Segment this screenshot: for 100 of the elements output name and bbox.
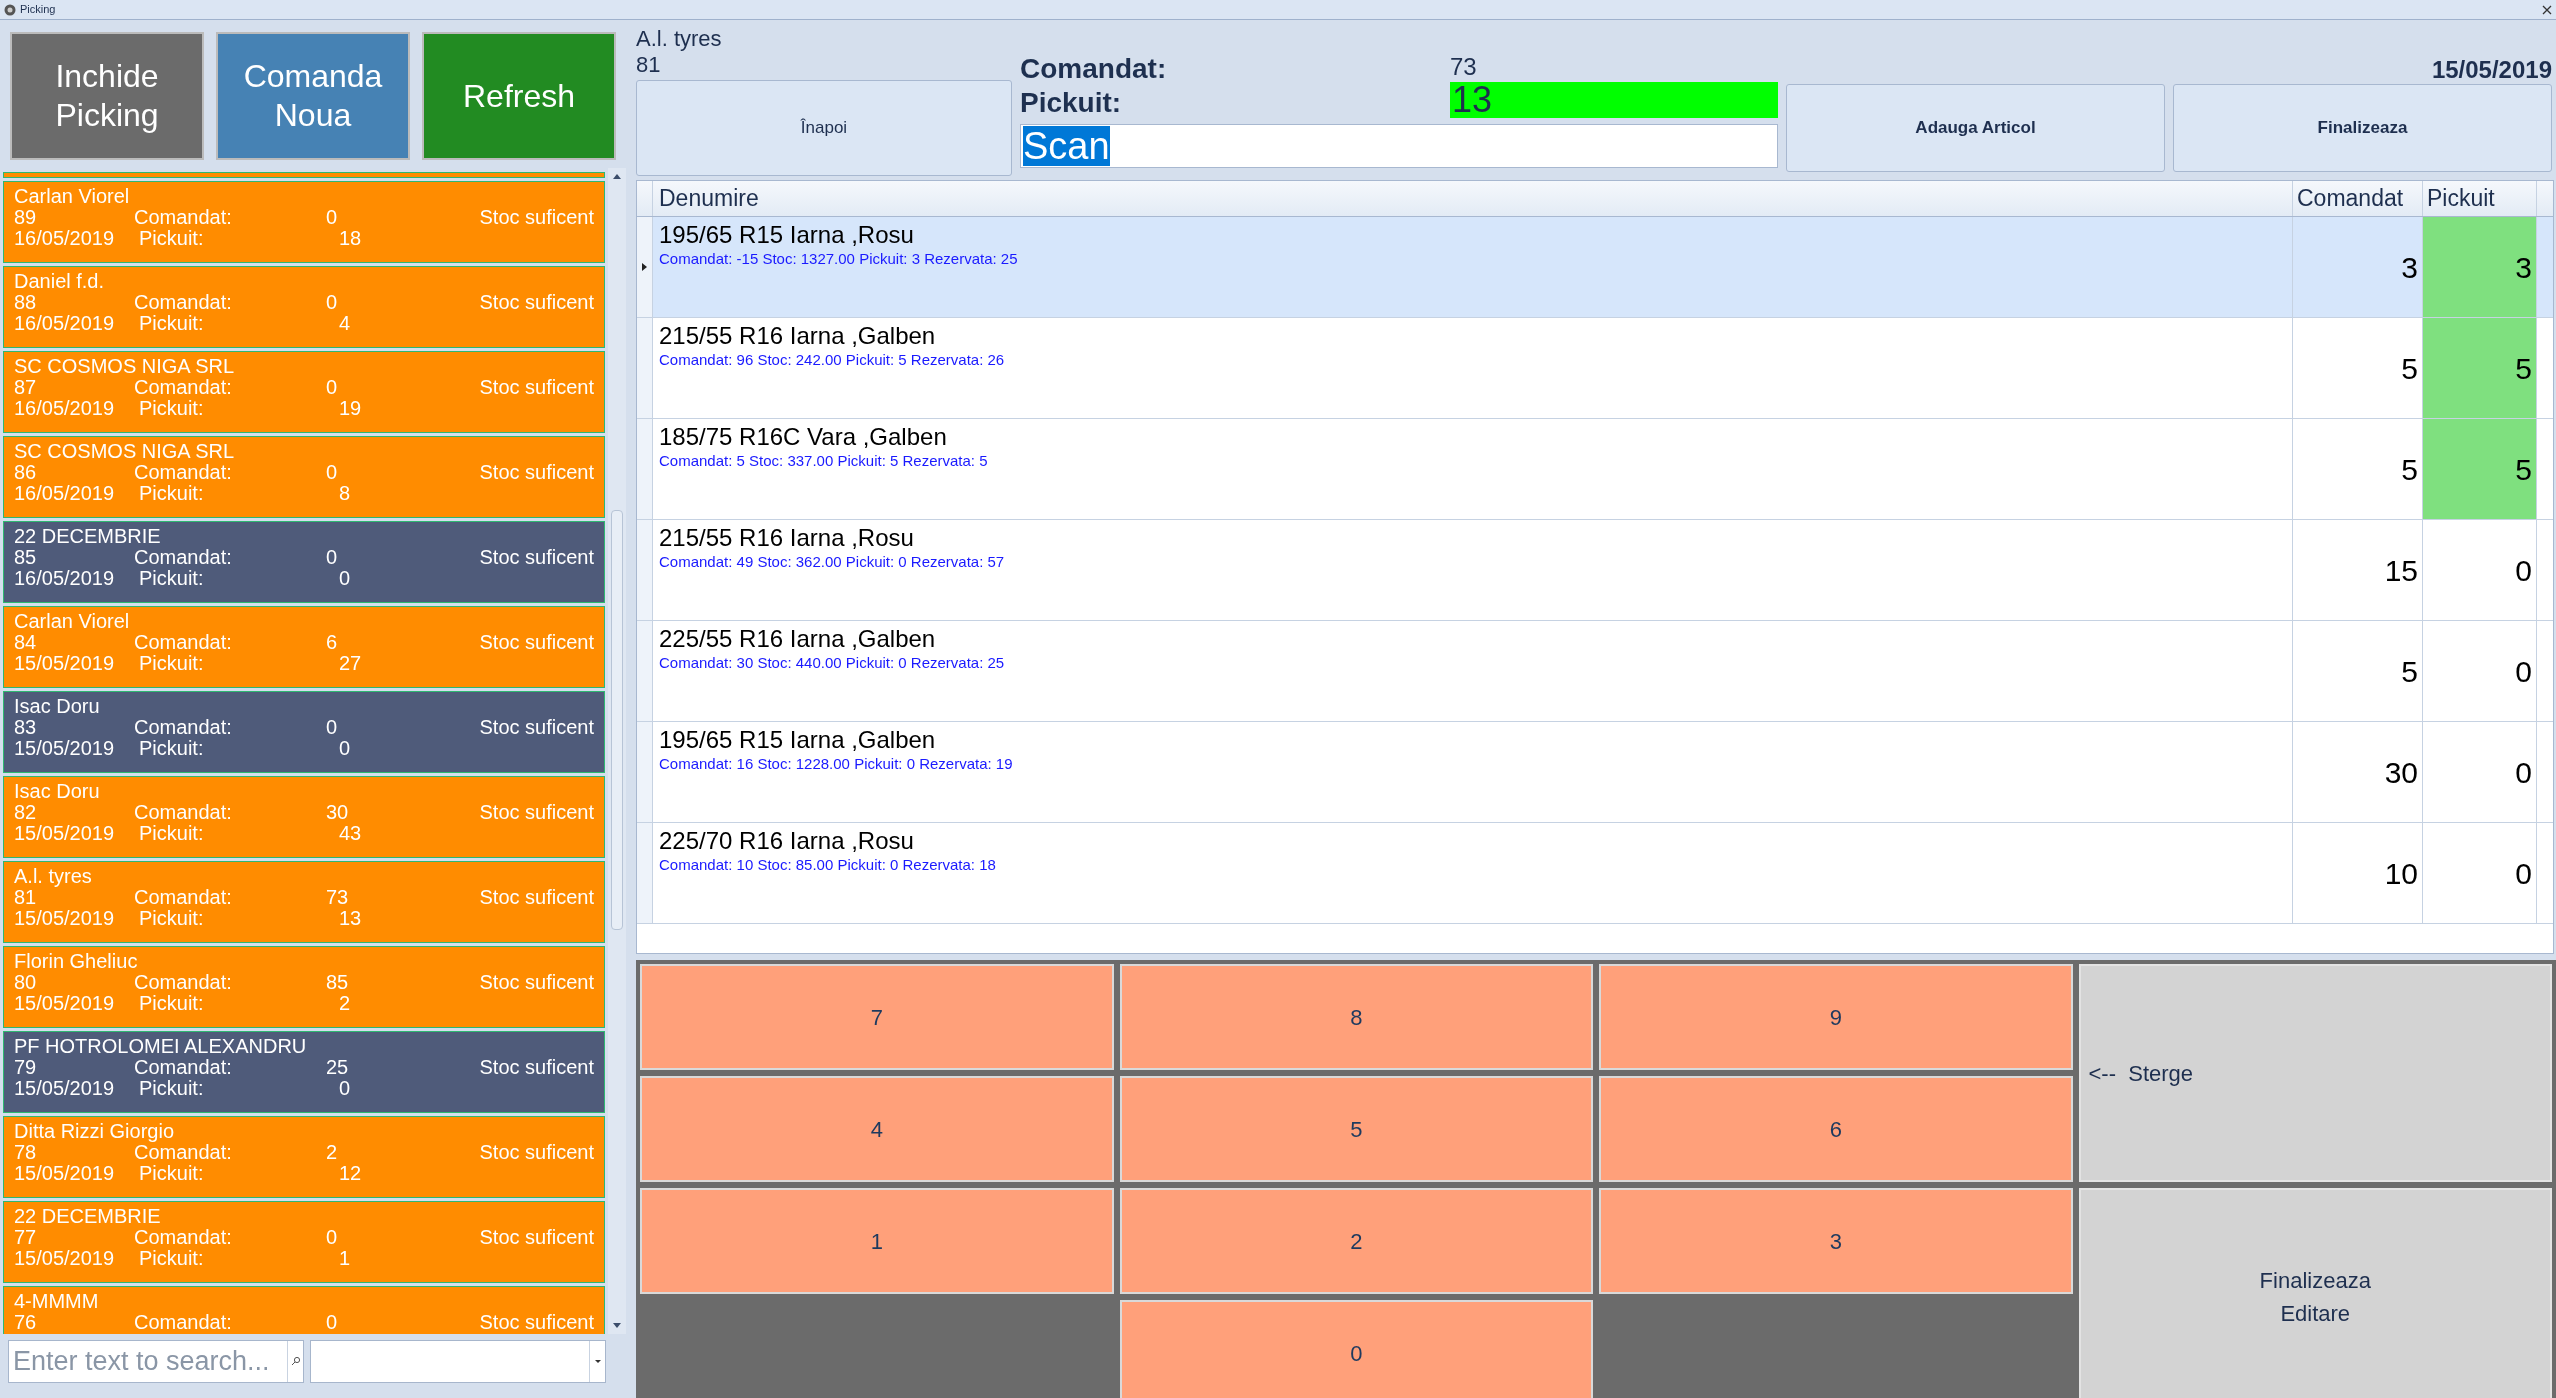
- customer-name: Daniel f.d.: [14, 271, 105, 292]
- customer-name: A.l. tyres: [14, 866, 92, 887]
- order-number: 83: [14, 717, 38, 738]
- delete-button[interactable]: <-- Sterge: [2078, 964, 2552, 1182]
- scan-field[interactable]: Scan: [1020, 124, 1778, 168]
- order-number: 82: [14, 802, 38, 823]
- order-card[interactable]: PF HOTROLOMEI ALEXANDRU 79 Comandat: 25 Stoc suficent 15/05/2019 Pickuit: 0: [3, 1031, 605, 1113]
- stock-status: Stoc suficent: [479, 887, 594, 908]
- digit-key[interactable]: 1: [640, 1188, 1114, 1294]
- item-name: 225/70 R16 Iarna ,Rosu: [659, 827, 915, 855]
- column-header[interactable]: Comandat: [2293, 181, 2423, 216]
- table-row[interactable]: 225/70 R16 Iarna ,Rosu Comandat: 10 Stoc: 85.00 Pickuit: 0 Rezervata: 18 10 0: [637, 823, 2553, 924]
- ordered-value: 30: [325, 802, 350, 823]
- scrollbar[interactable]: [608, 168, 626, 1334]
- picked-label: Pickuit:: [139, 908, 205, 929]
- search-field[interactable]: Enter text to search...: [8, 1339, 304, 1383]
- picked-cell: 5: [2423, 419, 2537, 519]
- caret-icon[interactable]: [593, 1358, 602, 1364]
- order-number: 86: [14, 462, 38, 483]
- picked-label: Pickuit:: [139, 1163, 205, 1184]
- column-header[interactable]: Denumire: [653, 181, 2293, 216]
- order-card[interactable]: 22 DECEMBRIE 85 Comandat: 0 Stoc suficent 16/05/2019 Pickuit: 0: [3, 521, 605, 603]
- picked-label: Pickuit:: [139, 1078, 205, 1099]
- close-icon[interactable]: [2542, 4, 2552, 15]
- digit-key[interactable]: 6: [1599, 1076, 2073, 1182]
- finish-edit-button[interactable]: Finalizeaza Editare: [2078, 1188, 2552, 1398]
- row-header[interactable]: [637, 318, 653, 418]
- ordered-value: 25: [325, 1057, 350, 1078]
- item-name: 225/55 R16 Iarna ,Galben: [659, 625, 937, 653]
- ordered-label: Comandat:: [133, 1142, 233, 1163]
- customer-name: SC COSMOS NIGA SRL: [14, 356, 235, 377]
- picked-label: Pickuit:: [139, 738, 205, 759]
- search-icon[interactable]: [290, 1356, 301, 1366]
- scroll-down-icon[interactable]: [612, 1322, 622, 1330]
- back-button[interactable]: Înapoi: [636, 80, 1012, 176]
- toolbar-button[interactable]: Comanda Noua: [216, 32, 410, 160]
- column-header[interactable]: Pickuit: [2423, 181, 2537, 216]
- picked-label: Pickuit:: [139, 313, 205, 334]
- scroll-thumb[interactable]: [611, 510, 623, 930]
- digit-key[interactable]: 8: [1119, 964, 1593, 1070]
- finish-button[interactable]: Finalizeaza: [2173, 84, 2552, 172]
- picked-label: Pickuit:: [139, 823, 205, 844]
- customer-name: Isac Doru: [14, 781, 100, 802]
- order-card[interactable]: [3, 172, 605, 178]
- picked-value: 4: [339, 313, 352, 334]
- order-date: 16/05/2019: [14, 568, 116, 589]
- table-row[interactable]: 215/55 R16 Iarna ,Rosu Comandat: 49 Stoc: 362.00 Pickuit: 0 Rezervata: 57 15 0: [637, 520, 2553, 621]
- customer-name: SC COSMOS NIGA SRL: [14, 441, 235, 462]
- ordered-value: 85: [325, 972, 350, 993]
- table-row[interactable]: 185/75 R16C Vara ,Galben Comandat: 5 Stoc: 337.00 Pickuit: 5 Rezervata: 5 5 5: [637, 419, 2553, 520]
- ordered-value: 0: [325, 207, 339, 228]
- table-row[interactable]: 195/65 R15 Iarna ,Rosu Comandat: -15 Stoc: 1327.00 Pickuit: 3 Rezervata: 25 3 3: [637, 217, 2553, 318]
- ordered-label: Comandat:: [1020, 52, 1168, 86]
- table-row[interactable]: 225/55 R16 Iarna ,Galben Comandat: 30 Stoc: 440.00 Pickuit: 0 Rezervata: 25 5 0: [637, 621, 2553, 722]
- row-header[interactable]: [637, 520, 653, 620]
- order-card[interactable]: Isac Doru 83 Comandat: 0 Stoc suficent 15/05/2019 Pickuit: 0: [3, 691, 605, 773]
- order-number: 89: [14, 207, 38, 228]
- order-date: 16/05/2019: [14, 483, 116, 504]
- toolbar-button[interactable]: Inchide Picking: [10, 32, 204, 160]
- digit-key[interactable]: 9: [1599, 964, 2073, 1070]
- stock-status: Stoc suficent: [479, 1312, 594, 1333]
- picked-value: 1: [339, 1248, 352, 1269]
- customer-name: PF HOTROLOMEI ALEXANDRU: [14, 1036, 307, 1057]
- stock-status: Stoc suficent: [479, 377, 594, 398]
- picked-value: 0: [339, 568, 352, 589]
- order-date: 15/05/2019: [14, 1163, 116, 1184]
- row-header[interactable]: [637, 823, 653, 923]
- picked-label: Pickuit:: [139, 653, 205, 674]
- stock-status: Stoc suficent: [479, 632, 594, 653]
- row-header[interactable]: [637, 217, 653, 317]
- table-row[interactable]: 215/55 R16 Iarna ,Galben Comandat: 96 Stoc: 242.00 Pickuit: 5 Rezervata: 26 5 5: [637, 318, 2553, 419]
- digit-key[interactable]: 7: [640, 964, 1114, 1070]
- order-number: 81: [636, 52, 662, 78]
- ordered-value: 0: [325, 377, 339, 398]
- stock-status: Stoc suficent: [479, 1142, 594, 1163]
- order-date: 15/05/2019: [14, 653, 116, 674]
- toolbar-button[interactable]: Refresh: [422, 32, 616, 160]
- item-details: Comandat: -15 Stoc: 1327.00 Pickuit: 3 Rezervata: 25: [659, 249, 1019, 269]
- scroll-up-icon[interactable]: [612, 172, 622, 180]
- picked-label: Pickuit:: [139, 1248, 205, 1269]
- picked-value: 0: [339, 738, 352, 759]
- digit-key[interactable]: 2: [1119, 1188, 1593, 1294]
- ordered-value: 0: [325, 462, 339, 483]
- row-header[interactable]: [637, 621, 653, 721]
- digit-key[interactable]: 0: [1119, 1300, 1593, 1398]
- ordered-label: Comandat:: [133, 887, 233, 908]
- table-row[interactable]: 195/65 R15 Iarna ,Galben Comandat: 16 Stoc: 1228.00 Pickuit: 0 Rezervata: 19 30 0: [637, 722, 2553, 823]
- add-item-button[interactable]: Adauga Articol: [1786, 84, 2165, 172]
- ordered-label: Comandat:: [133, 1227, 233, 1248]
- picked-value: 13: [1450, 82, 1778, 118]
- order-number: 87: [14, 377, 38, 398]
- stock-status: Stoc suficent: [479, 462, 594, 483]
- customer-name: 4-MMMM: [14, 1291, 99, 1312]
- row-header[interactable]: [637, 722, 653, 822]
- digit-key[interactable]: 3: [1599, 1188, 2073, 1294]
- digit-key[interactable]: 5: [1119, 1076, 1593, 1182]
- picked-label: Pickuit:: [139, 568, 205, 589]
- row-header[interactable]: [637, 419, 653, 519]
- order-date: 15/05/2019: [14, 908, 116, 929]
- digit-key[interactable]: 4: [640, 1076, 1114, 1182]
